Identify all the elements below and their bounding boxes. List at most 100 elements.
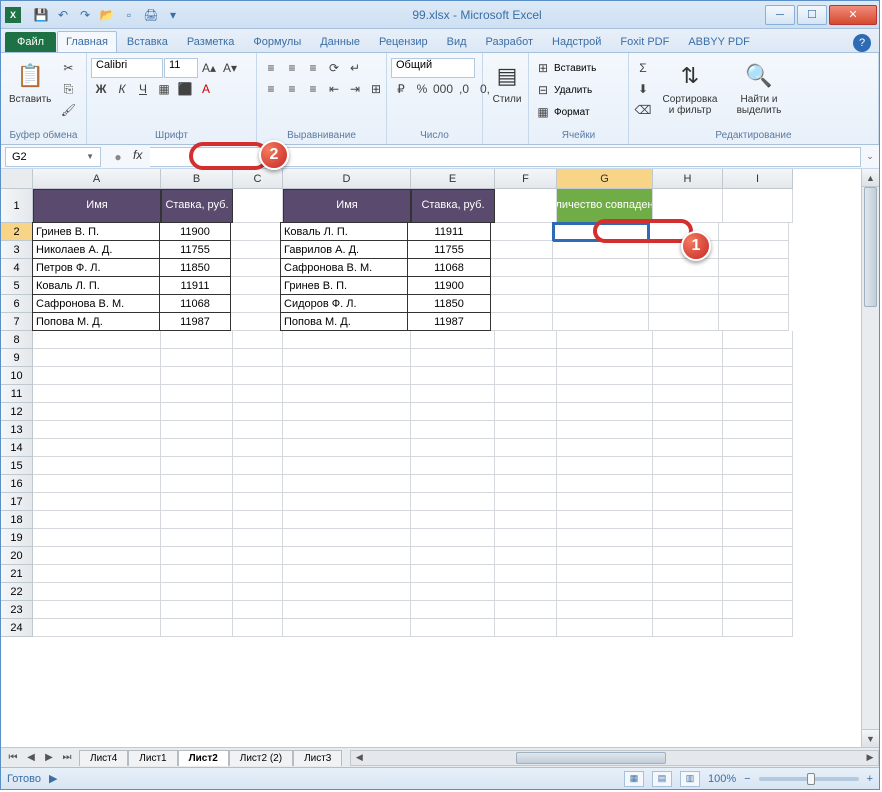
cell-B1[interactable]: Ставка, руб. bbox=[161, 189, 233, 223]
cell-C2[interactable] bbox=[231, 223, 281, 241]
cell-I9[interactable] bbox=[723, 349, 793, 367]
cell-G2[interactable] bbox=[553, 223, 649, 241]
cell-F21[interactable] bbox=[495, 565, 557, 583]
font-color-icon[interactable]: A bbox=[196, 79, 216, 99]
cell-G24[interactable] bbox=[557, 619, 653, 637]
qat-save-icon[interactable]: 💾 bbox=[31, 5, 51, 25]
cell-B12[interactable] bbox=[161, 403, 233, 421]
macro-record-icon[interactable]: ▶ bbox=[49, 772, 57, 785]
sheet-nav-prev-icon[interactable]: ◀ bbox=[23, 752, 39, 763]
cell-H8[interactable] bbox=[653, 331, 723, 349]
row-header[interactable]: 17 bbox=[1, 493, 33, 511]
cell-C6[interactable] bbox=[231, 295, 281, 313]
cell-B16[interactable] bbox=[161, 475, 233, 493]
qat-undo-icon[interactable]: ↶ bbox=[53, 5, 73, 25]
cell-H17[interactable] bbox=[653, 493, 723, 511]
cell-I6[interactable] bbox=[719, 295, 789, 313]
row-header[interactable]: 5 bbox=[1, 277, 33, 295]
cell-F1[interactable] bbox=[495, 189, 557, 223]
row-header[interactable]: 22 bbox=[1, 583, 33, 601]
cell-F19[interactable] bbox=[495, 529, 557, 547]
col-header[interactable]: F bbox=[495, 169, 557, 189]
row-header[interactable]: 10 bbox=[1, 367, 33, 385]
cell-E23[interactable] bbox=[411, 601, 495, 619]
cell-D13[interactable] bbox=[283, 421, 411, 439]
qat-new-icon[interactable]: ▫ bbox=[119, 5, 139, 25]
zoom-in-icon[interactable]: + bbox=[867, 773, 873, 785]
cell-E1[interactable]: Ставка, руб. bbox=[411, 189, 495, 223]
formula-input[interactable] bbox=[150, 147, 861, 167]
cancel-formula-icon[interactable]: ● bbox=[109, 148, 127, 166]
tab-layout[interactable]: Разметка bbox=[178, 31, 244, 52]
cell-E13[interactable] bbox=[411, 421, 495, 439]
cell-G15[interactable] bbox=[557, 457, 653, 475]
cell-G12[interactable] bbox=[557, 403, 653, 421]
cell-I23[interactable] bbox=[723, 601, 793, 619]
sheet-nav-last-icon[interactable]: ⏭ bbox=[59, 752, 75, 763]
sheet-tab[interactable]: Лист1 bbox=[128, 750, 177, 766]
find-select-button[interactable]: 🔍Найти и выделить bbox=[727, 58, 791, 118]
cell-D2[interactable]: Коваль Л. П. bbox=[280, 222, 408, 241]
cell-H23[interactable] bbox=[653, 601, 723, 619]
cell-A9[interactable] bbox=[33, 349, 161, 367]
cell-H5[interactable] bbox=[649, 277, 719, 295]
cell-D17[interactable] bbox=[283, 493, 411, 511]
cell-A2[interactable]: Гринев В. П. bbox=[32, 222, 160, 241]
align-right-icon[interactable]: ≡ bbox=[303, 79, 323, 99]
name-box[interactable]: G2▼ bbox=[5, 147, 101, 167]
cell-E14[interactable] bbox=[411, 439, 495, 457]
cell-F16[interactable] bbox=[495, 475, 557, 493]
fill-color-icon[interactable]: ⬛ bbox=[175, 79, 195, 99]
cell-G23[interactable] bbox=[557, 601, 653, 619]
scroll-up-icon[interactable]: ▲ bbox=[862, 169, 879, 187]
cell-I24[interactable] bbox=[723, 619, 793, 637]
cell-B9[interactable] bbox=[161, 349, 233, 367]
page-break-view-icon[interactable]: ▥ bbox=[680, 771, 700, 787]
cell-C4[interactable] bbox=[231, 259, 281, 277]
cell-F10[interactable] bbox=[495, 367, 557, 385]
insert-cells-button[interactable]: ⊞Вставить bbox=[533, 58, 596, 78]
cell-H18[interactable] bbox=[653, 511, 723, 529]
zoom-handle[interactable] bbox=[807, 773, 815, 785]
cell-B19[interactable] bbox=[161, 529, 233, 547]
cell-E21[interactable] bbox=[411, 565, 495, 583]
cell-H20[interactable] bbox=[653, 547, 723, 565]
cell-H14[interactable] bbox=[653, 439, 723, 457]
maximize-button[interactable]: ☐ bbox=[797, 5, 827, 25]
page-layout-view-icon[interactable]: ▤ bbox=[652, 771, 672, 787]
cell-A23[interactable] bbox=[33, 601, 161, 619]
cell-G17[interactable] bbox=[557, 493, 653, 511]
cell-G3[interactable] bbox=[553, 241, 649, 259]
row-header[interactable]: 21 bbox=[1, 565, 33, 583]
cell-H15[interactable] bbox=[653, 457, 723, 475]
row-header[interactable]: 1 bbox=[1, 189, 33, 223]
cell-C20[interactable] bbox=[233, 547, 283, 565]
row-header[interactable]: 3 bbox=[1, 241, 33, 259]
cell-F22[interactable] bbox=[495, 583, 557, 601]
cell-I8[interactable] bbox=[723, 331, 793, 349]
cell-I11[interactable] bbox=[723, 385, 793, 403]
hscroll-thumb[interactable] bbox=[516, 752, 666, 764]
row-header[interactable]: 11 bbox=[1, 385, 33, 403]
cell-I2[interactable] bbox=[719, 223, 789, 241]
cell-G16[interactable] bbox=[557, 475, 653, 493]
row-header[interactable]: 19 bbox=[1, 529, 33, 547]
row-header[interactable]: 24 bbox=[1, 619, 33, 637]
cell-F4[interactable] bbox=[491, 259, 553, 277]
cell-A3[interactable]: Николаев А. Д. bbox=[32, 240, 160, 259]
cell-F18[interactable] bbox=[495, 511, 557, 529]
qat-redo-icon[interactable]: ↷ bbox=[75, 5, 95, 25]
cell-A18[interactable] bbox=[33, 511, 161, 529]
cell-C17[interactable] bbox=[233, 493, 283, 511]
cell-E2[interactable]: 11911 bbox=[407, 222, 491, 241]
cell-D9[interactable] bbox=[283, 349, 411, 367]
cell-B11[interactable] bbox=[161, 385, 233, 403]
cell-C18[interactable] bbox=[233, 511, 283, 529]
cell-B14[interactable] bbox=[161, 439, 233, 457]
cell-D1[interactable]: Имя bbox=[283, 189, 411, 223]
vertical-scrollbar[interactable]: ▲ ▼ bbox=[861, 169, 879, 747]
cell-E4[interactable]: 11068 bbox=[407, 258, 491, 277]
tab-insert[interactable]: Вставка bbox=[118, 31, 177, 52]
sheet-tab[interactable]: Лист3 bbox=[293, 750, 342, 766]
cell-F6[interactable] bbox=[491, 295, 553, 313]
